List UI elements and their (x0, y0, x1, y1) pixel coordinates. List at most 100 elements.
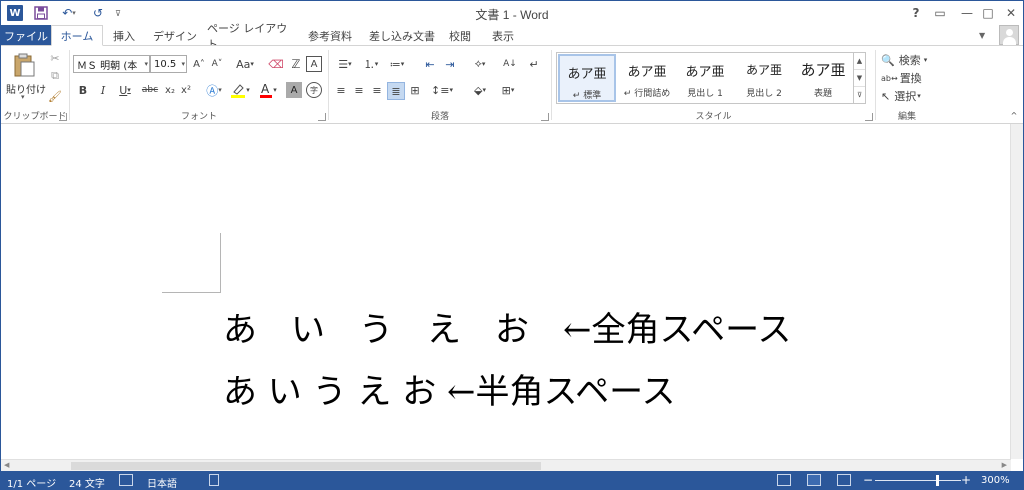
align-right-icon[interactable]: ≡ (369, 82, 385, 98)
multilevel-list-icon[interactable]: ≔ ▾ (385, 56, 409, 72)
zoom-slider[interactable] (875, 480, 961, 481)
bullets-icon[interactable]: ☰ ▾ (333, 56, 357, 72)
bold-button[interactable]: B (75, 82, 91, 98)
chevron-down-icon: ▾ (181, 60, 185, 68)
title-bar: W ↶ ▾ ↺ ⊽ 文書 1 - Word ? ▭ — □ ✕ (1, 1, 1023, 25)
cut-icon[interactable]: ✂ (47, 50, 63, 66)
italic-button[interactable]: I (95, 82, 111, 98)
font-launcher-icon[interactable] (318, 113, 326, 121)
font-size-value: 10.5 (154, 58, 177, 70)
format-painter-icon[interactable]: 🖌 (47, 88, 63, 104)
change-case-label: Aa (236, 57, 251, 71)
strikethrough-button[interactable]: abc (140, 82, 160, 98)
sort-icon[interactable]: A↓ (501, 56, 519, 72)
horizontal-scroll-thumb[interactable] (71, 462, 541, 470)
help-button[interactable]: ? (904, 3, 928, 23)
language-indicator[interactable]: 日本語 (147, 475, 177, 489)
proofing-icon[interactable] (119, 474, 133, 486)
clipboard-launcher-icon[interactable] (59, 113, 67, 121)
tab-review[interactable]: 校閲 (445, 25, 475, 46)
collapse-ribbon-icon[interactable]: ^ (1009, 110, 1019, 120)
replace-icon: ab↔ (881, 73, 898, 83)
change-case-icon[interactable]: Aa ▾ (232, 56, 258, 72)
styles-launcher-icon[interactable] (865, 113, 873, 121)
align-left-icon[interactable]: ≡ (333, 82, 349, 98)
borders-icon[interactable]: ⊞ ▾ (495, 82, 521, 98)
tab-view[interactable]: 表示 (487, 25, 519, 46)
tab-insert[interactable]: 挿入 (105, 25, 143, 46)
enclose-characters-icon[interactable]: 字 (306, 82, 322, 98)
window-title: 文書 1 - Word (475, 8, 549, 22)
zoom-level[interactable]: 300% (981, 475, 1010, 486)
page-count[interactable]: 1/1 ページ (7, 475, 56, 489)
tab-page-layout[interactable]: ページ レイアウト (207, 22, 297, 51)
vertical-scrollbar[interactable] (1010, 124, 1023, 459)
account-area[interactable]: ▼ (979, 25, 1019, 46)
scroll-right-icon[interactable]: ▶ (1002, 461, 1007, 469)
text-effects-icon[interactable]: Ⓐ ▾ (202, 82, 226, 98)
styles-group: スタイル (552, 46, 875, 124)
character-shading-icon[interactable]: A (286, 82, 302, 98)
subscript-button[interactable]: x₂ (162, 82, 178, 98)
paste-icon[interactable] (11, 52, 37, 78)
numbering-icon[interactable]: ⒈ ▾ (359, 56, 383, 72)
superscript-button[interactable]: x² (178, 82, 194, 98)
avatar[interactable] (999, 25, 1019, 45)
font-color-icon[interactable]: A ▾ (256, 82, 280, 98)
read-mode-icon[interactable] (777, 474, 791, 486)
zoom-out-button[interactable]: − (863, 473, 873, 487)
select-button[interactable]: ↖ 選択 ▾ (881, 88, 937, 104)
account-caret-icon[interactable]: ▼ (979, 31, 985, 40)
paragraph-group-label: 段落 (430, 112, 449, 122)
zoom-slider-thumb[interactable] (936, 475, 939, 486)
underline-button[interactable]: U ▾ (113, 82, 137, 98)
editing-group: 🔍 検索 ▾ ab↔ 置換 ↖ 選択 ▾ 編集 (876, 46, 938, 124)
copy-icon[interactable]: ⧉ (47, 68, 63, 84)
horizontal-scrollbar[interactable]: ◀ ▶ (1, 459, 1011, 471)
maximize-button[interactable]: □ (976, 3, 1000, 23)
asian-layout-icon[interactable]: ⟡ ▾ (467, 56, 493, 72)
underline-label: U (119, 83, 128, 97)
scroll-left-icon[interactable]: ◀ (4, 461, 9, 469)
replace-button[interactable]: ab↔ 置換 (881, 70, 937, 86)
print-layout-icon[interactable] (807, 474, 821, 486)
tab-file[interactable]: ファイル (1, 25, 51, 46)
character-border-icon[interactable]: A (306, 56, 322, 72)
shrink-font-icon[interactable]: A˅ (209, 56, 225, 72)
find-button[interactable]: 🔍 検索 ▾ (881, 52, 937, 68)
tab-home[interactable]: ホーム (51, 25, 103, 46)
document-line-half-width[interactable]: あ い う え お ←半角スペース (223, 364, 675, 413)
macro-record-icon[interactable] (209, 474, 219, 486)
highlight-color-icon[interactable]: ▾ (228, 82, 252, 98)
justify-icon[interactable]: ≣ (387, 82, 405, 100)
align-center-icon[interactable]: ≡ (351, 82, 367, 98)
clear-formatting-icon[interactable]: ⌫ (268, 56, 284, 72)
word-window: W ↶ ▾ ↺ ⊽ 文書 1 - Word ? ▭ — □ ✕ ファイル ホーム … (0, 0, 1024, 490)
paste-caret-icon[interactable]: ▾ (21, 93, 25, 101)
word-count[interactable]: 24 文字 (69, 475, 105, 489)
paste-button[interactable]: 貼り付け (6, 81, 46, 96)
grow-font-icon[interactable]: A˄ (191, 56, 207, 72)
increase-indent-icon[interactable]: ⇥ (441, 56, 459, 72)
font-family-combo[interactable]: ＭＳ 明朝 (本 ▾ (73, 55, 150, 73)
font-size-combo[interactable]: 10.5 ▾ (150, 55, 187, 73)
ribbon: 貼り付け ▾ ✂ ⧉ 🖌 クリップボード ＭＳ 明朝 (本 ▾ 10.5 ▾ A˄ … (1, 45, 1023, 124)
document-area[interactable]: あ い う え お ←全角スペース あ い う え お ←半角スペース (1, 124, 1011, 459)
crop-mark (220, 233, 221, 293)
show-marks-icon[interactable]: ↵ (525, 56, 543, 72)
tab-mailings[interactable]: 差し込み文書 (363, 25, 441, 46)
phonetic-guide-icon[interactable]: ℤ (288, 56, 304, 72)
shading-icon[interactable]: ⬙ ▾ (467, 82, 493, 98)
distributed-icon[interactable]: ⊞ (407, 82, 423, 98)
close-button[interactable]: ✕ (999, 3, 1023, 23)
paragraph-launcher-icon[interactable] (541, 113, 549, 121)
ribbon-display-options-button[interactable]: ▭ (928, 3, 952, 23)
select-label: 選択 (894, 90, 917, 103)
decrease-indent-icon[interactable]: ⇤ (421, 56, 439, 72)
web-layout-icon[interactable] (837, 474, 851, 486)
tab-references[interactable]: 参考資料 (301, 25, 359, 46)
line-spacing-icon[interactable]: ↕≡ ▾ (429, 82, 455, 98)
zoom-in-button[interactable]: + (961, 473, 971, 487)
document-line-full-width[interactable]: あ い う え お ←全角スペース (223, 302, 791, 351)
tab-design[interactable]: デザイン (149, 25, 201, 46)
